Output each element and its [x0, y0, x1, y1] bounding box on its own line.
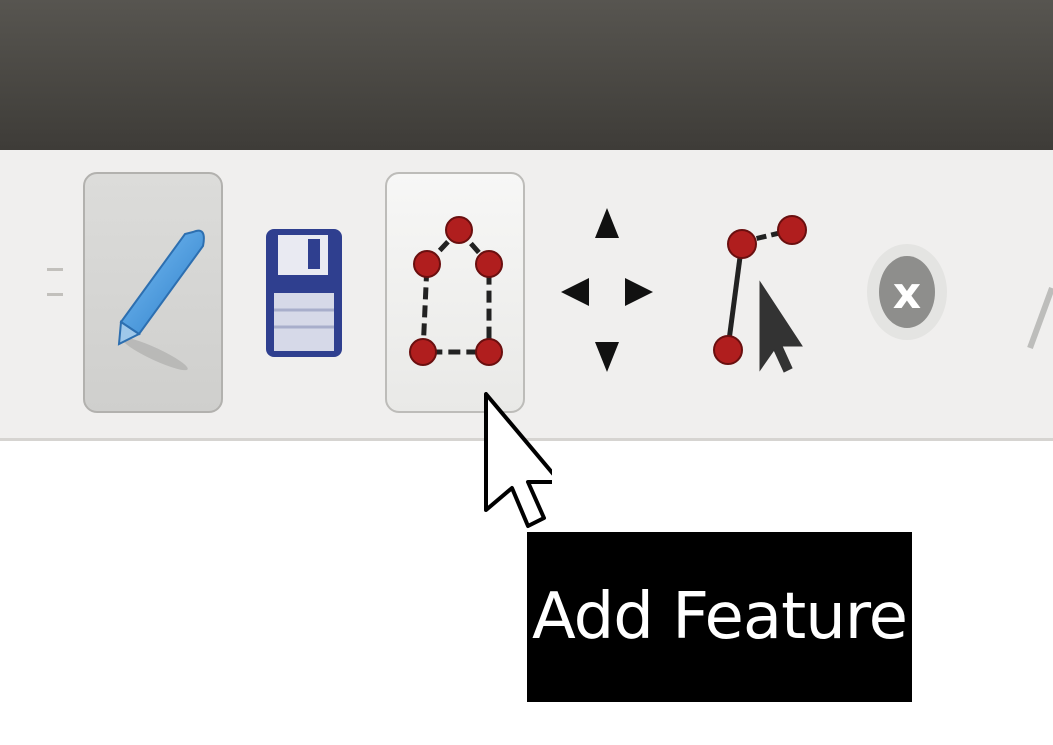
move-arrows-icon	[561, 208, 653, 372]
pencil-icon	[117, 229, 205, 371]
polygon-nodes-icon	[409, 216, 503, 366]
delete-selected-button[interactable]: x	[860, 222, 955, 362]
mouse-cursor-icon	[482, 392, 562, 536]
edit-pencil-partial-icon	[1027, 286, 1053, 350]
floppy-disk-icon	[266, 229, 342, 357]
save-edits-button[interactable]	[258, 215, 353, 365]
vertex-tool-button[interactable]	[700, 200, 820, 380]
window-titlebar	[0, 0, 1053, 150]
vertex-tool-icon	[713, 215, 807, 373]
move-feature-button[interactable]	[555, 200, 660, 380]
partial-tool-button[interactable]	[1022, 218, 1053, 372]
delete-x-icon: x	[867, 244, 947, 340]
add-feature-button[interactable]	[385, 172, 525, 413]
toolbar-grip-handle[interactable]	[47, 268, 67, 324]
svg-text:x: x	[893, 268, 921, 319]
tooltip-add-feature: Add Feature	[527, 532, 912, 702]
toggle-editing-button[interactable]	[83, 172, 223, 413]
